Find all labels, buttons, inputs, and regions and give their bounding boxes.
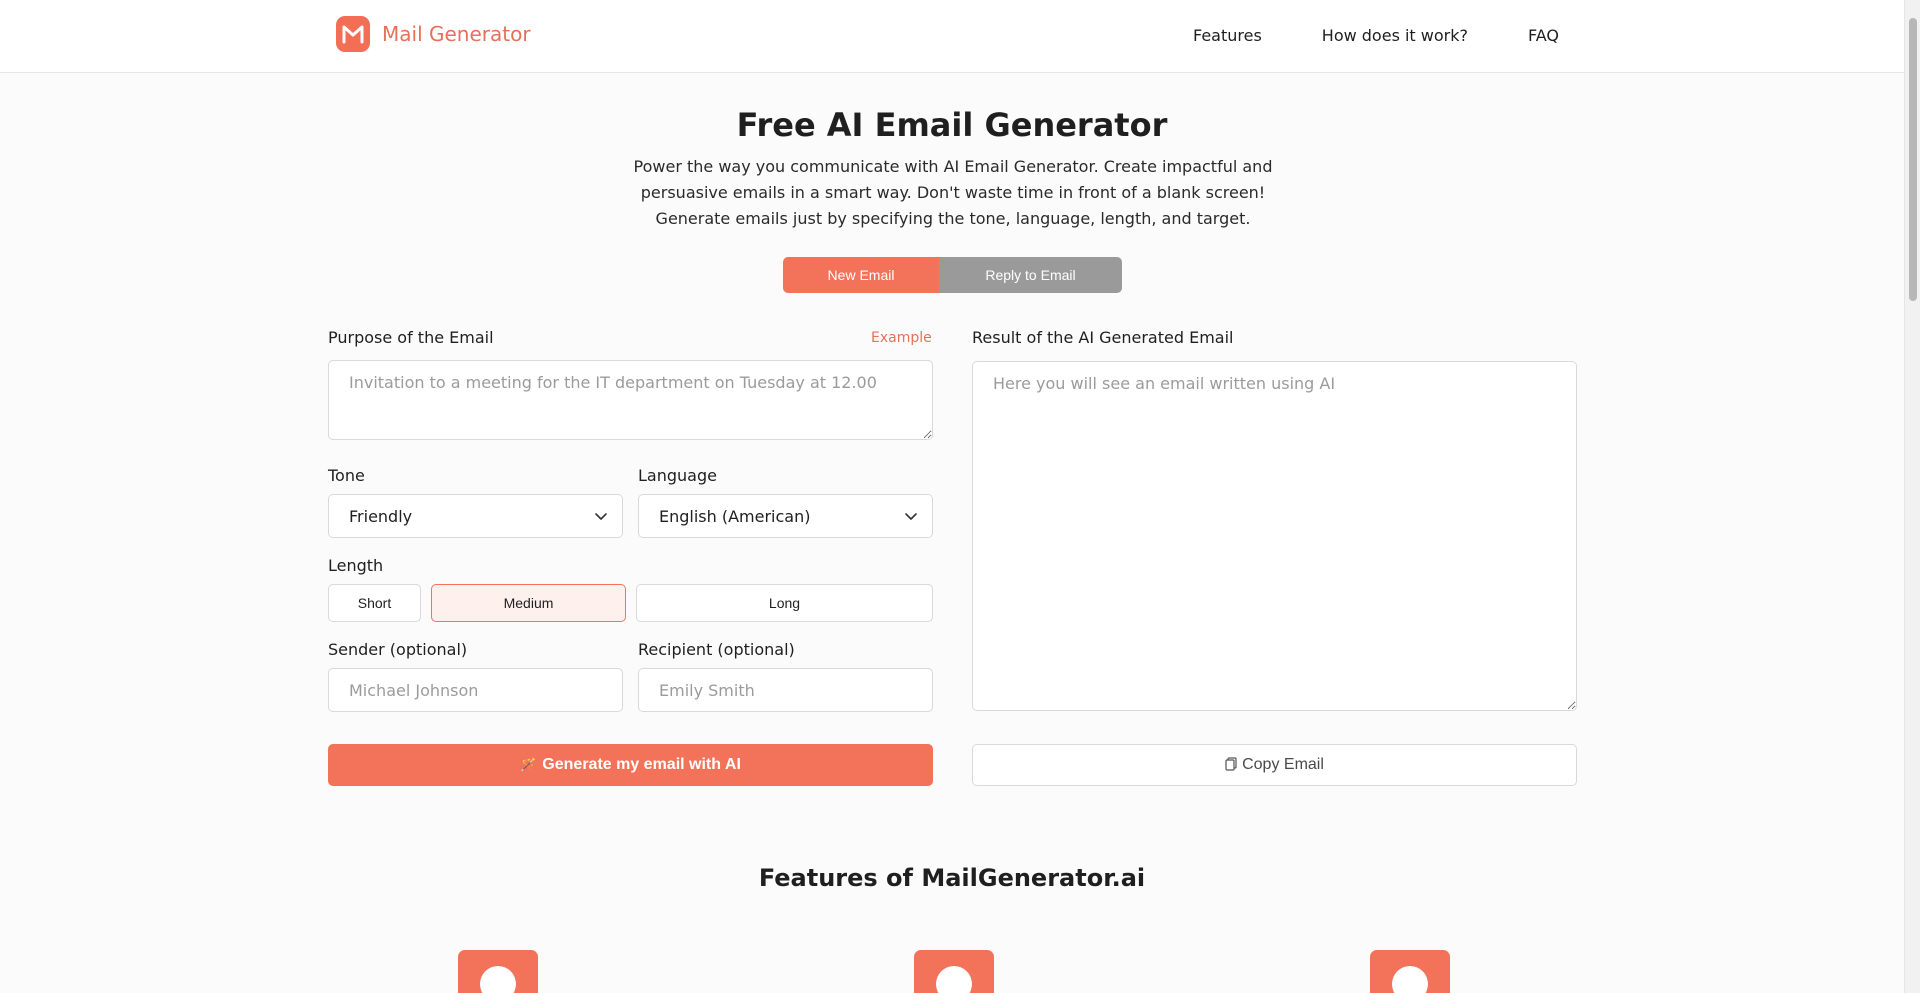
- copy-email-button[interactable]: Copy Email: [972, 744, 1577, 786]
- main-nav: Features How does it work? FAQ: [1133, 26, 1559, 45]
- example-link[interactable]: Example: [871, 330, 932, 346]
- camera-icon-glyph: [936, 966, 972, 993]
- language-select[interactable]: English (American): [638, 494, 933, 538]
- page-subtitle: Power the way you communicate with AI Em…: [633, 157, 1273, 228]
- length-long-button[interactable]: Long: [636, 584, 933, 622]
- brand-logo-link[interactable]: Mail Generator: [336, 16, 531, 52]
- page: Mail Generator Features How does it work…: [0, 0, 1920, 993]
- copy-button-label: Copy Email: [1242, 756, 1324, 773]
- length-short-button[interactable]: Short: [328, 584, 421, 622]
- generate-email-button[interactable]: 🪄 Generate my email with AI: [328, 744, 933, 786]
- brand-name: Mail Generator: [382, 22, 531, 46]
- sender-input[interactable]: [328, 668, 623, 712]
- tone-label: Tone: [328, 466, 365, 485]
- tone-selected-value: Friendly: [349, 506, 413, 526]
- reply-to-email-tab[interactable]: Reply to Email: [939, 257, 1122, 293]
- tone-select[interactable]: Friendly: [328, 494, 623, 538]
- sender-label: Sender (optional): [328, 640, 468, 659]
- mail-logo-icon: [336, 16, 370, 52]
- purpose-input[interactable]: [328, 360, 933, 440]
- language-label: Language: [638, 466, 717, 485]
- site-header: Mail Generator Features How does it work…: [0, 0, 1904, 73]
- recipient-input[interactable]: [638, 668, 933, 712]
- generate-button-label: Generate my email with AI: [542, 756, 741, 773]
- recipient-label: Recipient (optional): [638, 640, 795, 659]
- length-medium-button[interactable]: Medium: [431, 584, 626, 622]
- result-label: Result of the AI Generated Email: [972, 328, 1234, 347]
- scrollbar-thumb[interactable]: [1909, 18, 1917, 301]
- purpose-label: Purpose of the Email: [328, 328, 494, 347]
- magic-wand-icon: 🪄: [520, 757, 537, 772]
- tag-icon-glyph: [480, 966, 516, 993]
- nav-link-how-it-works[interactable]: How does it work?: [1322, 26, 1468, 45]
- length-label: Length: [328, 556, 384, 575]
- page-title: Free AI Email Generator: [736, 106, 1168, 144]
- tag-icon: [458, 942, 538, 993]
- camera-icon: [914, 942, 994, 993]
- result-output[interactable]: [972, 361, 1577, 711]
- clipboard-icon: [1225, 756, 1237, 774]
- new-email-tab[interactable]: New Email: [783, 257, 939, 293]
- restaurant-icon-glyph: [1392, 966, 1428, 993]
- email-mode-toggle: New Email Reply to Email: [783, 257, 1122, 293]
- nav-link-faq[interactable]: FAQ: [1528, 26, 1559, 45]
- features-heading: Features of MailGenerator.ai: [758, 864, 1146, 892]
- nav-link-features[interactable]: Features: [1193, 26, 1262, 45]
- language-selected-value: English (American): [659, 506, 811, 526]
- chevron-down-icon: [595, 513, 607, 520]
- chevron-down-icon: [905, 513, 917, 520]
- restaurant-icon: [1370, 942, 1450, 993]
- page-scrollbar[interactable]: [1904, 0, 1920, 993]
